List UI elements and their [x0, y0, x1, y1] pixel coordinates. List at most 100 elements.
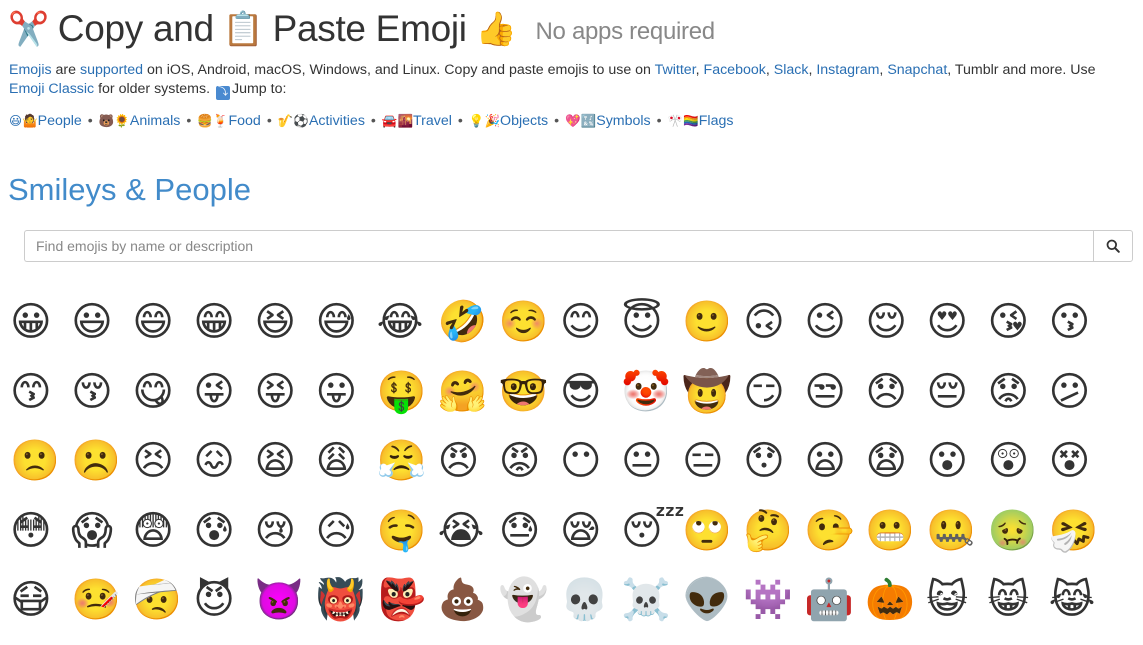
- search-input[interactable]: [24, 230, 1093, 262]
- emoji-button[interactable]: 🤐: [926, 506, 987, 556]
- emoji-button[interactable]: 👹: [315, 575, 376, 625]
- link-twitter[interactable]: Twitter: [655, 62, 696, 78]
- emoji-button[interactable]: 😊: [560, 297, 621, 347]
- emoji-button[interactable]: 🤔: [743, 506, 804, 556]
- emoji-button[interactable]: 😀: [10, 297, 71, 347]
- emoji-button[interactable]: 🤠: [682, 367, 743, 417]
- emoji-button[interactable]: 🤑: [377, 367, 438, 417]
- emoji-button[interactable]: 😚: [71, 367, 132, 417]
- emoji-button[interactable]: 🙄: [682, 506, 743, 556]
- emoji-button[interactable]: 😜: [193, 367, 254, 417]
- emoji-button[interactable]: 😖: [193, 436, 254, 486]
- category-link-food[interactable]: 🍔🍹Food: [197, 113, 260, 129]
- emoji-button[interactable]: 😃: [71, 297, 132, 347]
- emoji-button[interactable]: 😝: [254, 367, 315, 417]
- emoji-button[interactable]: 👽: [682, 575, 743, 625]
- emoji-button[interactable]: 😪: [560, 506, 621, 556]
- emoji-button[interactable]: 😓: [499, 506, 560, 556]
- emoji-button[interactable]: 😔: [926, 367, 987, 417]
- emoji-button[interactable]: 😩: [315, 436, 376, 486]
- emoji-button[interactable]: 👻: [499, 575, 560, 625]
- emoji-button[interactable]: 🤢: [988, 506, 1049, 556]
- emoji-button[interactable]: 🤗: [438, 367, 499, 417]
- emoji-button[interactable]: ☹️: [71, 436, 132, 486]
- emoji-button[interactable]: 😧: [865, 436, 926, 486]
- emoji-button[interactable]: 👾: [743, 575, 804, 625]
- emoji-button[interactable]: 😨: [132, 506, 193, 556]
- emoji-button[interactable]: 😍: [926, 297, 987, 347]
- emoji-button[interactable]: ☠️: [621, 575, 682, 625]
- emoji-button[interactable]: 🙂: [682, 297, 743, 347]
- emoji-button[interactable]: 😐: [621, 436, 682, 486]
- emoji-button[interactable]: 🤖: [804, 575, 865, 625]
- emoji-button[interactable]: 😎: [560, 367, 621, 417]
- link-slack[interactable]: Slack: [774, 62, 809, 78]
- link-emojis[interactable]: Emojis: [9, 62, 52, 78]
- emoji-button[interactable]: 😌: [865, 297, 926, 347]
- emoji-button[interactable]: 😵: [1049, 436, 1110, 486]
- emoji-button[interactable]: 🎃: [865, 575, 926, 625]
- emoji-button[interactable]: 😞: [865, 367, 926, 417]
- emoji-button[interactable]: 😕: [1049, 367, 1110, 417]
- emoji-button[interactable]: 🤧: [1049, 506, 1110, 556]
- emoji-button[interactable]: 😟: [988, 367, 1049, 417]
- emoji-button[interactable]: 😶: [560, 436, 621, 486]
- category-link-objects[interactable]: 💡🎉Objects: [469, 113, 548, 129]
- emoji-button[interactable]: 😋: [132, 367, 193, 417]
- emoji-button[interactable]: 😺: [926, 575, 987, 625]
- emoji-button[interactable]: 😰: [193, 506, 254, 556]
- emoji-button[interactable]: 😑: [682, 436, 743, 486]
- emoji-button[interactable]: 🤓: [499, 367, 560, 417]
- emoji-button[interactable]: 😒: [804, 367, 865, 417]
- emoji-button[interactable]: 😢: [254, 506, 315, 556]
- emoji-button[interactable]: 😳: [10, 506, 71, 556]
- emoji-button[interactable]: 😉: [804, 297, 865, 347]
- emoji-button[interactable]: ☺️: [499, 297, 560, 347]
- emoji-button[interactable]: 😸: [988, 575, 1049, 625]
- emoji-button[interactable]: 😫: [254, 436, 315, 486]
- emoji-button[interactable]: 😇: [621, 297, 682, 347]
- emoji-button[interactable]: 😛: [315, 367, 376, 417]
- emoji-button[interactable]: 😁: [193, 297, 254, 347]
- emoji-button[interactable]: 🤤: [377, 506, 438, 556]
- emoji-button[interactable]: 👺: [377, 575, 438, 625]
- link-snapchat[interactable]: Snapchat: [887, 62, 947, 78]
- emoji-button[interactable]: 😆: [254, 297, 315, 347]
- emoji-button[interactable]: 😷: [10, 575, 71, 625]
- emoji-button[interactable]: 😱: [71, 506, 132, 556]
- emoji-button[interactable]: 🙃: [743, 297, 804, 347]
- search-button[interactable]: [1093, 230, 1133, 262]
- category-link-people[interactable]: 😃🤷People: [9, 113, 82, 129]
- emoji-button[interactable]: 💩: [438, 575, 499, 625]
- emoji-button[interactable]: 😘: [988, 297, 1049, 347]
- emoji-button[interactable]: 😬: [865, 506, 926, 556]
- link-facebook[interactable]: Facebook: [704, 62, 766, 78]
- emoji-button[interactable]: 😹: [1049, 575, 1110, 625]
- emoji-button[interactable]: 🤕: [132, 575, 193, 625]
- link-instagram[interactable]: Instagram: [816, 62, 879, 78]
- emoji-button[interactable]: 😣: [132, 436, 193, 486]
- category-link-activities[interactable]: 🎷⚽Activities: [278, 113, 365, 129]
- emoji-button[interactable]: 😠: [438, 436, 499, 486]
- emoji-button[interactable]: 👿: [254, 575, 315, 625]
- emoji-button[interactable]: 😲: [988, 436, 1049, 486]
- emoji-button[interactable]: 🙁: [10, 436, 71, 486]
- category-link-flags[interactable]: 🎌🏳️‍🌈Flags: [668, 113, 734, 129]
- emoji-button[interactable]: 😡: [499, 436, 560, 486]
- emoji-button[interactable]: 💀: [560, 575, 621, 625]
- link-emoji-classic[interactable]: Emoji Classic: [9, 81, 94, 97]
- emoji-button[interactable]: 😥: [315, 506, 376, 556]
- emoji-button[interactable]: 🤣: [438, 297, 499, 347]
- emoji-button[interactable]: 🤥: [804, 506, 865, 556]
- emoji-button[interactable]: 😴: [621, 506, 685, 556]
- emoji-button[interactable]: 🤒: [71, 575, 132, 625]
- emoji-button[interactable]: 😤: [377, 436, 438, 486]
- category-link-symbols[interactable]: 💖🔣Symbols: [565, 113, 651, 129]
- emoji-button[interactable]: 😈: [193, 575, 254, 625]
- emoji-button[interactable]: 😦: [804, 436, 865, 486]
- emoji-button[interactable]: 😭: [438, 506, 499, 556]
- emoji-button[interactable]: 🤡: [621, 367, 682, 417]
- link-supported[interactable]: supported: [80, 62, 143, 78]
- category-link-animals[interactable]: 🐻🌻Animals: [99, 113, 181, 129]
- emoji-button[interactable]: 😯: [743, 436, 804, 486]
